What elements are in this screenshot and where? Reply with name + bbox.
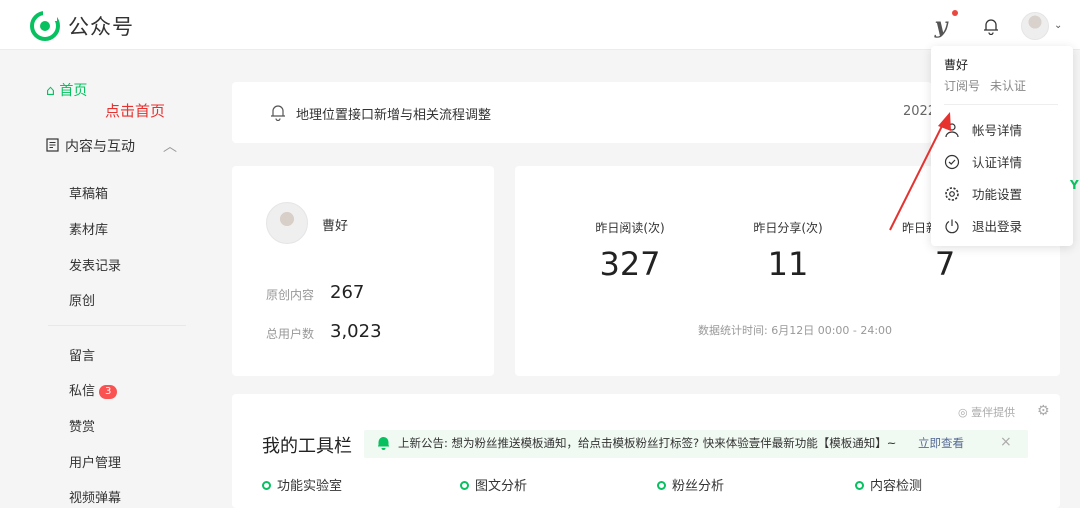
announcement-text: 上新公告: 想为粉丝推送模板通知，给点击模板粉丝打标签? 快来体验壹伴最新功能【… bbox=[398, 436, 897, 450]
circle-icon bbox=[855, 481, 864, 490]
stats-time-text: 数据统计时间: 6月12日 00:00 - 24:00 bbox=[698, 324, 893, 337]
notice-text[interactable]: 地理位置接口新增与相关流程调整 bbox=[296, 104, 491, 123]
dropdown-divider bbox=[944, 104, 1058, 105]
sidebar-item-drafts[interactable]: 草稿箱 bbox=[69, 183, 108, 202]
sidebar-item-materials[interactable]: 素材库 bbox=[69, 219, 108, 238]
total-users-value: 3,023 bbox=[330, 321, 382, 342]
chevron-up-icon[interactable]: ︿ bbox=[163, 136, 177, 156]
wechat-logo-icon bbox=[30, 11, 60, 41]
account-card bbox=[232, 166, 494, 376]
tool-label: 粉丝分析 bbox=[672, 479, 725, 494]
sidebar-item-messages[interactable]: 私信 3 bbox=[69, 380, 118, 399]
home-icon: ⌂ bbox=[46, 83, 55, 99]
reads-label: 昨日阅读(次) bbox=[595, 221, 665, 235]
tool-item[interactable]: 粉丝分析 bbox=[657, 475, 724, 494]
verification-status: 未认证 bbox=[990, 79, 1027, 93]
shares-label: 昨日分享(次) bbox=[753, 221, 823, 235]
tool-item[interactable]: 功能实验室 bbox=[262, 475, 342, 494]
original-content-label: 原创内容 bbox=[266, 288, 315, 302]
gear-icon[interactable]: ⚙ bbox=[1037, 403, 1050, 419]
messages-label: 私信 bbox=[69, 384, 96, 399]
dropdown-account-name: 曹好 bbox=[944, 58, 969, 72]
y-plugin-icon[interactable]: y bbox=[928, 13, 954, 39]
tool-item[interactable]: 图文分析 bbox=[460, 475, 527, 494]
logo[interactable]: 公众号 bbox=[30, 11, 134, 41]
sidebar-home-label: 首页 bbox=[59, 83, 88, 99]
tool-label: 图文分析 bbox=[475, 479, 528, 494]
notification-dot bbox=[952, 10, 958, 16]
tool-label: 功能实验室 bbox=[277, 479, 343, 494]
document-icon bbox=[46, 138, 59, 152]
sidebar-item-users[interactable]: 用户管理 bbox=[69, 452, 121, 471]
tool-label: 内容检测 bbox=[870, 479, 923, 494]
original-content-value: 267 bbox=[330, 282, 365, 303]
sidebar-item-video-danmu[interactable]: 视频弹幕 bbox=[69, 487, 121, 506]
tools-title: 我的工具栏 bbox=[262, 436, 352, 457]
dropdown-account-type: 订阅号 未认证 bbox=[944, 77, 1026, 94]
bell-icon[interactable] bbox=[978, 13, 1004, 39]
sidebar-section-content[interactable]: 内容与互动 ︿ bbox=[46, 136, 177, 156]
menu-label: 功能设置 bbox=[972, 187, 1023, 202]
menu-label: 帐号详情 bbox=[972, 123, 1023, 138]
account-name: 曹好 bbox=[322, 219, 349, 234]
reads-value: 327 bbox=[599, 245, 661, 283]
circle-icon bbox=[460, 481, 469, 490]
view-now-link[interactable]: 立即查看 bbox=[918, 435, 964, 451]
sidebar-item-original[interactable]: 原创 bbox=[69, 290, 95, 309]
close-icon[interactable]: × bbox=[1000, 434, 1012, 450]
third-stat-value: 7 bbox=[934, 245, 956, 283]
total-users-label: 总用户数 bbox=[266, 327, 315, 341]
tool-item[interactable]: 内容检测 bbox=[855, 475, 922, 494]
provider-icon: ◎ bbox=[958, 406, 968, 419]
account-type: 订阅号 bbox=[944, 79, 981, 93]
red-arrow-annotation bbox=[889, 112, 951, 231]
circle-icon bbox=[262, 481, 271, 490]
sidebar-section-label: 内容与互动 bbox=[65, 139, 135, 155]
app-title: 公众号 bbox=[68, 15, 134, 39]
sidebar-item-comments[interactable]: 留言 bbox=[69, 345, 95, 364]
message-count-badge: 3 bbox=[99, 385, 118, 399]
menu-label: 认证详情 bbox=[972, 155, 1023, 170]
bell-icon bbox=[378, 437, 389, 450]
top-bar: 公众号 y ⌄ bbox=[0, 0, 1080, 50]
edge-tip: Y bbox=[1070, 178, 1079, 192]
provider-label: 壹伴提供 bbox=[971, 406, 1016, 419]
account-avatar bbox=[266, 202, 308, 244]
menu-label: 退出登录 bbox=[972, 219, 1023, 234]
sidebar-item-publish-log[interactable]: 发表记录 bbox=[69, 255, 121, 274]
circle-icon bbox=[657, 481, 666, 490]
bell-icon bbox=[271, 105, 285, 121]
sidebar-item-rewards[interactable]: 赞赏 bbox=[69, 416, 95, 435]
chevron-down-icon[interactable]: ⌄ bbox=[1054, 20, 1062, 31]
user-avatar[interactable] bbox=[1021, 12, 1049, 40]
sidebar-divider bbox=[48, 325, 186, 326]
shares-value: 11 bbox=[767, 245, 809, 283]
provider-text: ◎ 壹伴提供 bbox=[958, 404, 1015, 420]
sidebar-item-home[interactable]: ⌂ 首页 bbox=[46, 80, 87, 100]
annotation-text: 点击首页 bbox=[105, 102, 166, 120]
